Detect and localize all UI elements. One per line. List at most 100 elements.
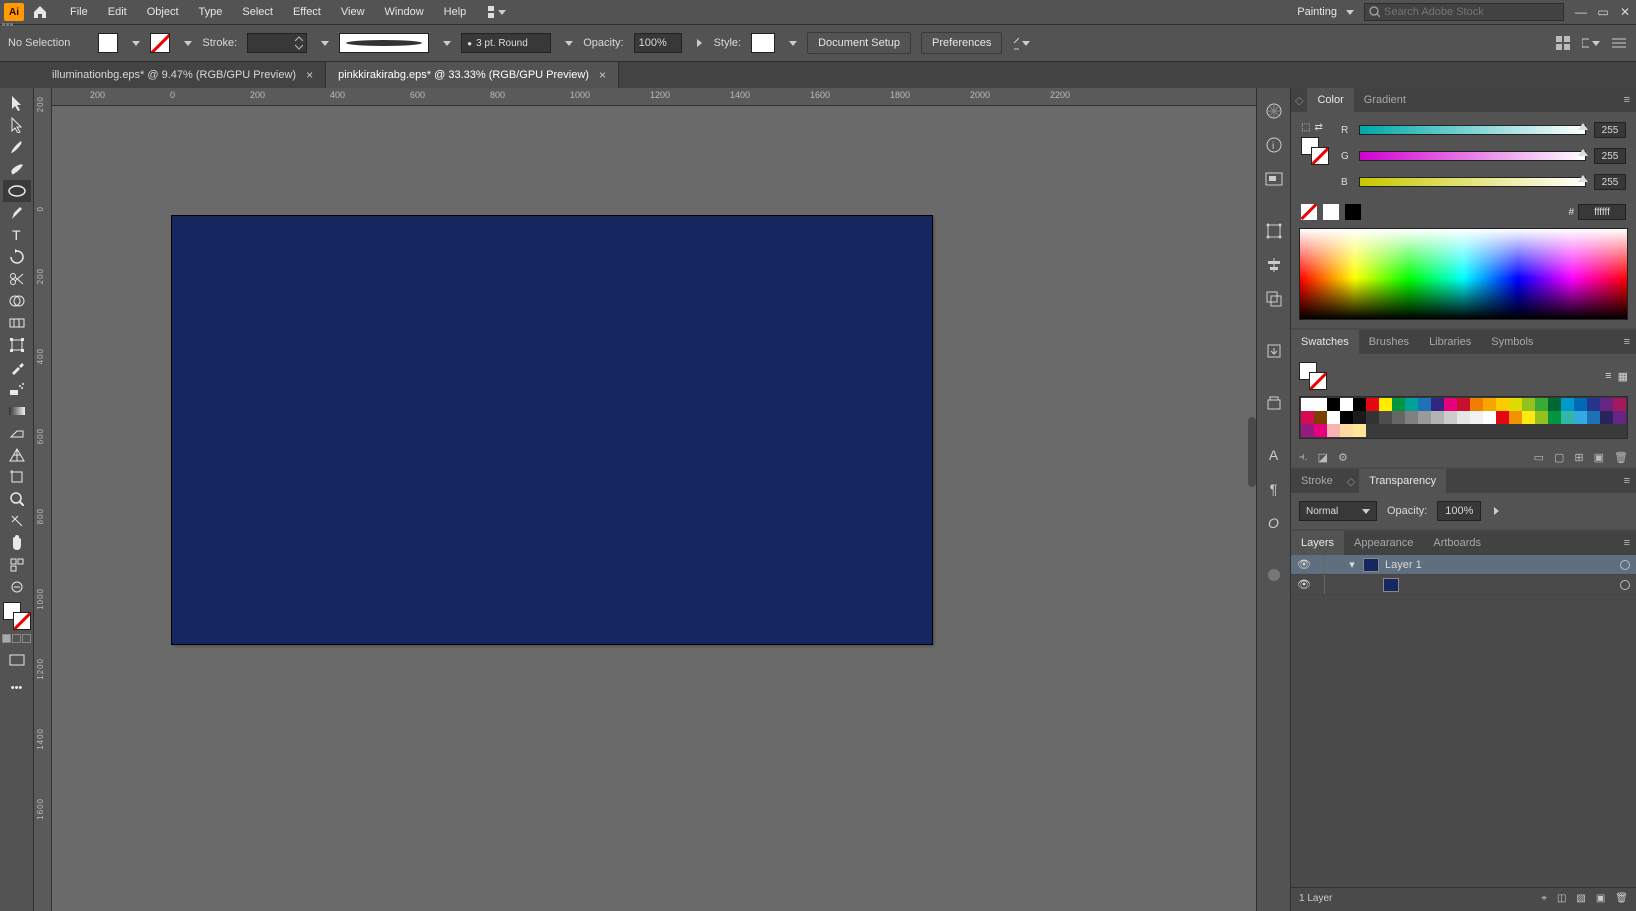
swatch-cell[interactable] [1613, 398, 1626, 411]
tab-color[interactable]: Color [1307, 88, 1353, 112]
swatch-libraries-icon[interactable]: ⫞. [1299, 451, 1308, 464]
gradient-tool-icon[interactable] [3, 400, 31, 422]
swatch-cell[interactable] [1327, 398, 1340, 411]
hand-tool-icon[interactable] [3, 532, 31, 554]
cc-libraries-icon[interactable] [1262, 392, 1286, 414]
out-of-gamut-icon[interactable]: ⬚ [1301, 122, 1310, 133]
hex-input[interactable]: ffffff [1578, 204, 1626, 220]
stroke-dropdown[interactable] [180, 34, 192, 52]
preferences-button[interactable]: Preferences [921, 32, 1002, 54]
stepper-icon[interactable] [295, 36, 303, 50]
menu-object[interactable]: Object [137, 2, 189, 22]
channel-value-input[interactable]: 255 [1594, 148, 1626, 164]
swatch-cell[interactable] [1392, 398, 1405, 411]
fill-dropdown[interactable] [128, 34, 140, 52]
tab-stroke[interactable]: Stroke [1291, 469, 1343, 493]
swatch-fill-stroke[interactable] [1299, 362, 1327, 390]
blend-mode-select[interactable]: Normal [1299, 501, 1377, 521]
panel-toggle-icon[interactable]: ◇ [1343, 475, 1359, 488]
layer-row[interactable]: 👁 [1291, 575, 1636, 595]
workspace-switcher[interactable]: Painting [1287, 3, 1364, 21]
locate-object-icon[interactable]: ⌖ [1541, 893, 1547, 904]
slice-tool-icon[interactable] [3, 510, 31, 532]
maximize-icon[interactable]: ▭ [1596, 5, 1610, 19]
make-clip-mask-icon[interactable]: ◫ [1557, 893, 1566, 904]
grid-mode-icon[interactable] [1554, 34, 1572, 52]
swatch-cell[interactable] [1379, 411, 1392, 424]
grid-view-icon[interactable]: ▦ [1618, 370, 1628, 383]
drag-handle-icon[interactable] [2, 23, 18, 27]
panel-menu-icon[interactable]: ≡ [1618, 475, 1636, 487]
color-slider[interactable] [1359, 125, 1586, 135]
menu-file[interactable]: File [60, 2, 98, 22]
screen-mode-icon[interactable] [3, 649, 31, 671]
properties-icon[interactable] [1262, 564, 1286, 586]
swatch-cell[interactable] [1522, 398, 1535, 411]
live-paint-tool-icon[interactable] [3, 312, 31, 334]
swatch-cell[interactable] [1353, 411, 1366, 424]
vertical-scrollbar[interactable] [1248, 417, 1256, 487]
document-setup-button[interactable]: Document Setup [807, 32, 911, 54]
scissors-tool-icon[interactable] [3, 268, 31, 290]
tab-symbols[interactable]: Symbols [1481, 330, 1543, 354]
swatch-cell[interactable] [1496, 398, 1509, 411]
selection-tool-icon[interactable] [3, 92, 31, 114]
swatch-cell[interactable] [1340, 398, 1353, 411]
white-swatch[interactable] [1323, 204, 1339, 220]
artboard-tool-icon[interactable] [3, 466, 31, 488]
direct-selection-tool-icon[interactable] [3, 114, 31, 136]
align-icon[interactable] [1012, 34, 1030, 52]
new-swatch-alt-icon[interactable]: ▣ [1594, 451, 1604, 464]
swatch-cell[interactable] [1535, 398, 1548, 411]
swatch-cell[interactable] [1535, 411, 1548, 424]
swatch-cell[interactable] [1600, 411, 1613, 424]
eraser-tool-icon[interactable] [3, 422, 31, 444]
swatch-cell[interactable] [1548, 398, 1561, 411]
menu-type[interactable]: Type [189, 2, 233, 22]
fill-stroke-proxy[interactable] [1301, 137, 1329, 165]
new-layer-icon[interactable]: ▣ [1596, 893, 1605, 904]
panel-menu-icon[interactable] [1610, 34, 1628, 52]
asset-export-icon[interactable] [1262, 340, 1286, 362]
style-dropdown[interactable] [785, 34, 797, 52]
tab-transparency[interactable]: Transparency [1359, 469, 1446, 493]
home-icon[interactable] [30, 3, 50, 21]
swatch-cell[interactable] [1574, 398, 1587, 411]
swatch-cell[interactable] [1405, 398, 1418, 411]
swap-fill-stroke-icon[interactable]: ⇄ [1314, 122, 1322, 133]
canvas-viewport[interactable]: 2000200400600800100012001400160018002000… [52, 88, 1256, 911]
search-box[interactable] [1364, 3, 1564, 21]
swatch-cell[interactable] [1548, 411, 1561, 424]
swatch-cell[interactable] [1587, 398, 1600, 411]
brush-dropdown[interactable] [561, 34, 573, 52]
info-icon[interactable]: i [1262, 134, 1286, 156]
swatch-cell[interactable] [1340, 424, 1353, 437]
print-tiling-tool-icon[interactable] [3, 554, 31, 576]
paintbrush-tool-icon[interactable] [3, 136, 31, 158]
close-icon[interactable]: ✕ [1618, 5, 1632, 19]
opacity-input[interactable]: 100% [634, 33, 682, 53]
fill-stroke-indicator[interactable] [3, 602, 31, 630]
delete-swatch-icon[interactable]: 🗑 [1614, 451, 1628, 464]
free-transform-tool-icon[interactable] [3, 334, 31, 356]
tab-brushes[interactable]: Brushes [1359, 330, 1419, 354]
color-slider[interactable] [1359, 177, 1586, 187]
swatch-cell[interactable] [1587, 411, 1600, 424]
swatch-cell[interactable] [1613, 411, 1626, 424]
tab-appearance[interactable]: Appearance [1344, 531, 1423, 555]
swatch-kind-icon[interactable]: ◪ [1318, 451, 1328, 464]
canvas-area[interactable] [52, 106, 1256, 911]
pathfinder-icon[interactable] [1262, 288, 1286, 310]
swatch-cell[interactable] [1561, 411, 1574, 424]
edit-toolbar-icon[interactable]: ••• [3, 677, 31, 699]
swatch-cell[interactable] [1392, 411, 1405, 424]
swatch-cell[interactable] [1574, 411, 1587, 424]
menu-help[interactable]: Help [434, 2, 477, 22]
visibility-icon[interactable]: 👁 [1297, 558, 1311, 571]
new-color-group-icon[interactable]: ▭ [1534, 451, 1544, 464]
eyedropper-tool-icon[interactable] [3, 356, 31, 378]
swatch-cell[interactable] [1522, 411, 1535, 424]
swatch-cell[interactable] [1496, 411, 1509, 424]
swatch-cell[interactable] [1431, 411, 1444, 424]
swatch-cell[interactable] [1470, 398, 1483, 411]
